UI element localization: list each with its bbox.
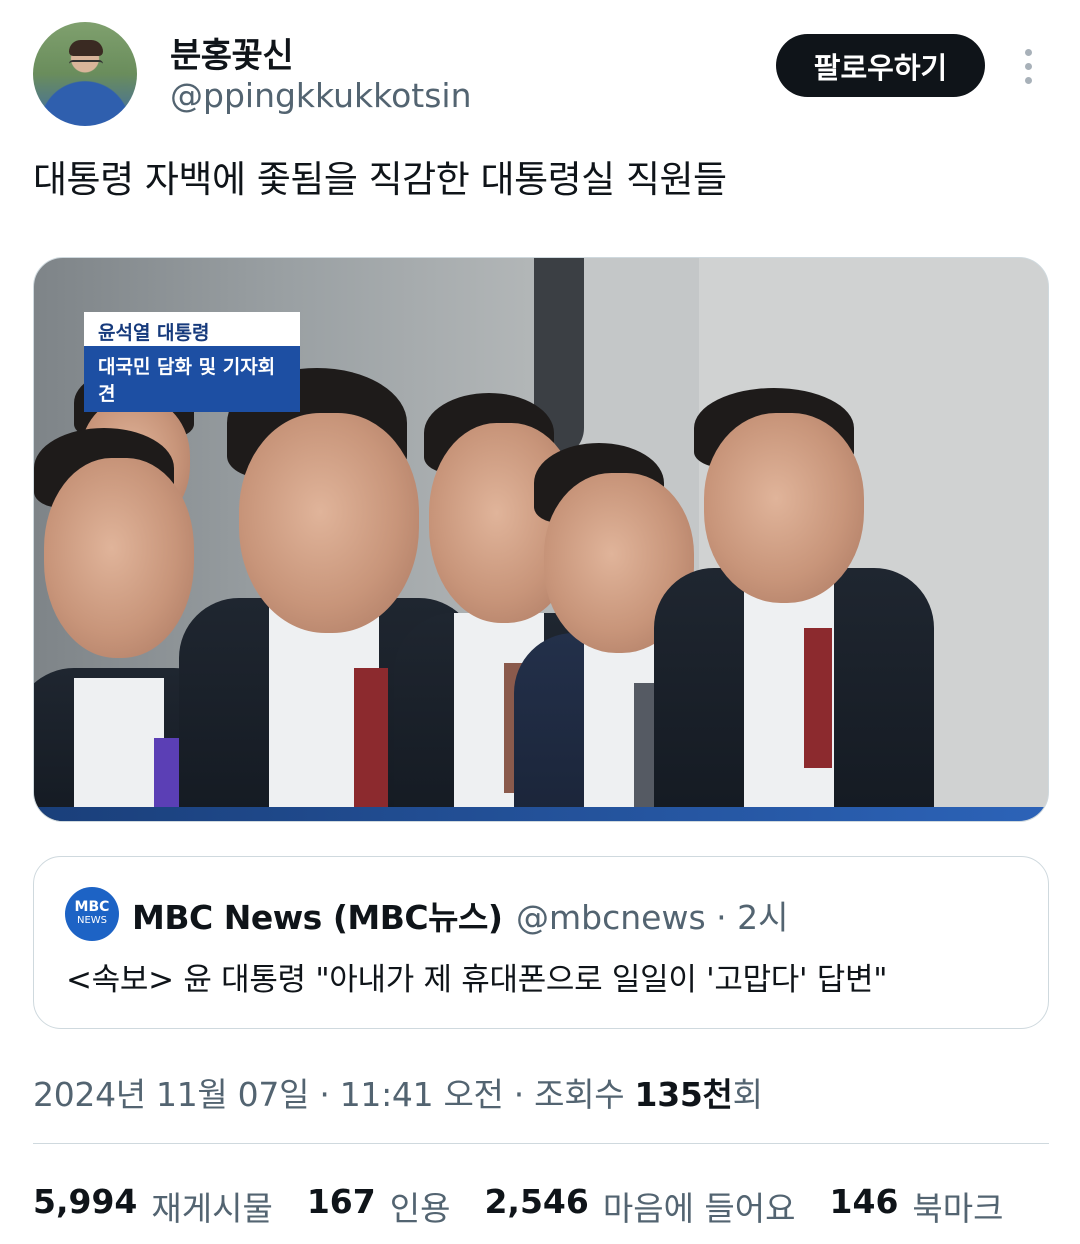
broadcast-stripe: [34, 807, 1048, 821]
tweet-meta: 2024년 11월 07일 · 11:41 오전 · 조회수 135천회: [33, 1068, 763, 1116]
more-options-icon[interactable]: [1008, 44, 1048, 88]
avatar-hair: [69, 40, 103, 56]
author-handle[interactable]: @ppingkkukkotsin: [170, 76, 472, 115]
tweet-media-image[interactable]: 윤석열 대통령 대국민 담화 및 기자회견: [33, 257, 1049, 822]
divider: [33, 1143, 1049, 1144]
quoted-tweet-text: <속보> 윤 대통령 "아내가 제 휴대폰으로 일일이 '고맙다' 답변": [66, 962, 888, 998]
view-count-suffix: 회: [732, 1075, 763, 1114]
quoted-author-handle-time: @mbcnews · 2시: [516, 898, 789, 937]
tweet-text: 대통령 자백에 좇됨을 직감한 대통령실 직원들: [33, 158, 727, 201]
stat-likes[interactable]: 2,546 마음에 들어요: [484, 1182, 795, 1230]
stat-reposts[interactable]: 5,994 재게시물: [33, 1182, 273, 1230]
view-count: 135천: [634, 1075, 733, 1114]
follow-button[interactable]: 팔로우하기: [776, 34, 985, 97]
quoted-author-name: MBC News (MBC뉴스): [132, 898, 503, 937]
stat-bookmarks[interactable]: 146 북마크: [830, 1182, 1004, 1230]
tweet-datetime[interactable]: 2024년 11월 07일 · 11:41 오전 · 조회수: [33, 1075, 635, 1114]
tweet-page: 분홍꽃신 @ppingkkukkotsin 팔로우하기 대통령 자백에 좇됨을 …: [0, 0, 1080, 1244]
author-display-name[interactable]: 분홍꽃신: [170, 28, 294, 77]
avatar-glasses: [69, 60, 103, 68]
mbc-news-logo: MBC NEWS: [65, 887, 119, 941]
avatar[interactable]: [33, 22, 137, 126]
stat-quotes[interactable]: 167 인용: [307, 1182, 451, 1230]
quoted-tweet[interactable]: MBC NEWS MBC News (MBC뉴스) @mbcnews · 2시 …: [33, 856, 1049, 1029]
engagement-stats: 5,994 재게시물 167 인용 2,546 마음에 들어요 146 북마크: [33, 1182, 1038, 1230]
news-caption-subtitle: 대국민 담화 및 기자회견: [84, 346, 300, 412]
